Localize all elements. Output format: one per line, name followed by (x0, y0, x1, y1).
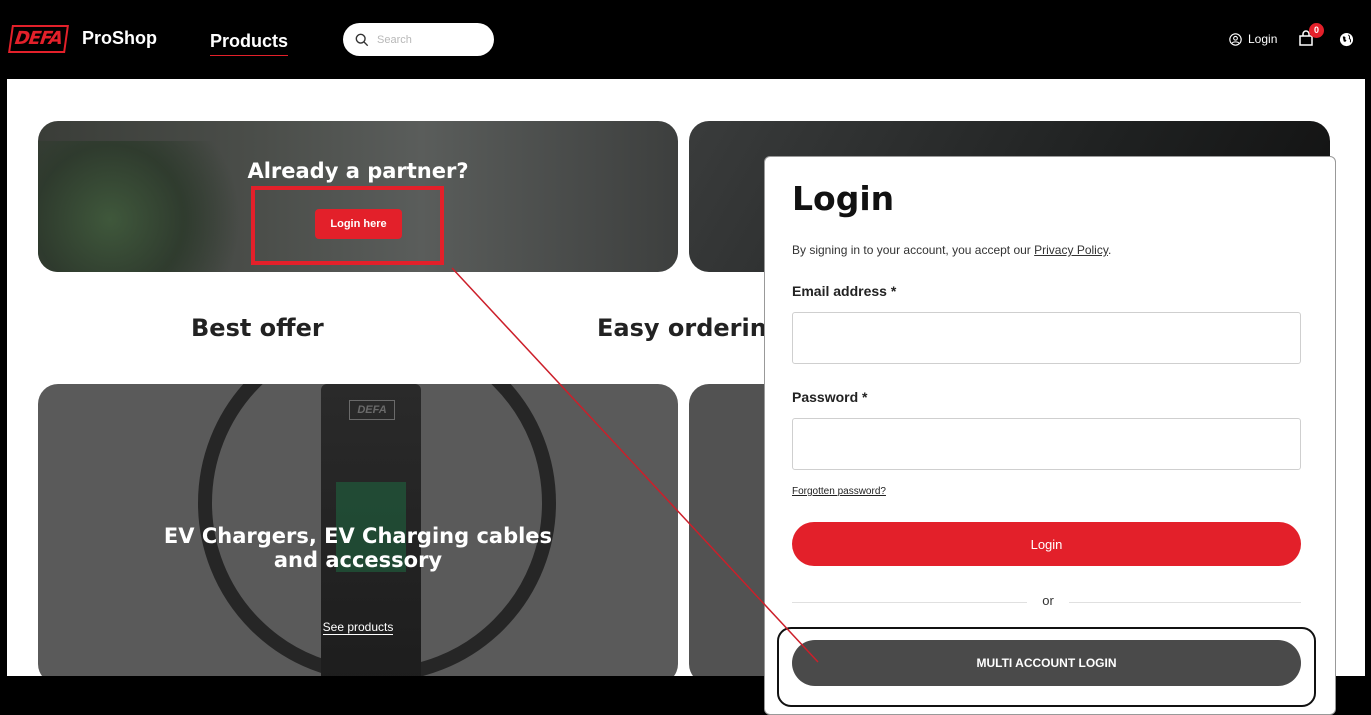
password-field[interactable] (792, 418, 1301, 470)
best-offer-heading: Best offer (191, 314, 324, 342)
ev-title-line-1: EV Chargers, EV Charging cables (163, 524, 553, 548)
cart-count-badge: 0 (1309, 23, 1324, 38)
forgotten-password-link[interactable]: Forgotten password? (792, 486, 886, 497)
email-field[interactable] (792, 312, 1301, 364)
email-label: Email address * (792, 283, 897, 299)
or-separator: or (1042, 593, 1054, 608)
defa-logo[interactable]: DEFA (8, 25, 69, 53)
easy-ordering-heading: Easy ordering (597, 314, 784, 342)
divider-right (1069, 602, 1301, 603)
divider-left (792, 602, 1027, 603)
header-login-button[interactable]: Login (1229, 32, 1277, 46)
globe-icon (1339, 32, 1354, 47)
multi-account-highlight (777, 627, 1316, 707)
proshop-brand[interactable]: ProShop (82, 28, 157, 49)
search-box[interactable] (343, 23, 494, 56)
ev-title-line-2: and accessory (273, 548, 443, 572)
see-products-link-wrap: See products (38, 620, 678, 635)
password-label: Password * (792, 389, 868, 405)
login-here-highlight (251, 186, 444, 265)
search-input[interactable] (375, 32, 489, 47)
user-icon (1229, 32, 1242, 46)
search-icon (355, 33, 369, 46)
ev-chargers-card[interactable]: DEFA EV Chargers, EV Charging cables and… (38, 384, 678, 676)
top-navigation-bar: DEFA ProShop Products Login 0 (0, 0, 1371, 79)
privacy-note-suffix: . (1107, 243, 1112, 257)
ev-card-title: EV Chargers, EV Charging cables and acce… (38, 524, 678, 572)
login-modal-title: Login (792, 179, 895, 218)
header-login-label: Login (1248, 32, 1278, 46)
charger-logo: DEFA (349, 400, 395, 420)
language-button[interactable] (1339, 32, 1354, 52)
nav-products-link[interactable]: Products (210, 31, 289, 56)
partner-title: Already a partner? (247, 159, 469, 183)
privacy-policy-link[interactable]: Privacy Policy (1034, 243, 1108, 257)
privacy-note: By signing in to your account, you accep… (792, 243, 1111, 257)
privacy-note-text: By signing in to your account, you accep… (792, 243, 1035, 257)
cart-button[interactable]: 0 (1298, 23, 1324, 51)
see-products-link[interactable]: See products (322, 620, 394, 635)
login-submit-button[interactable]: Login (792, 522, 1301, 566)
